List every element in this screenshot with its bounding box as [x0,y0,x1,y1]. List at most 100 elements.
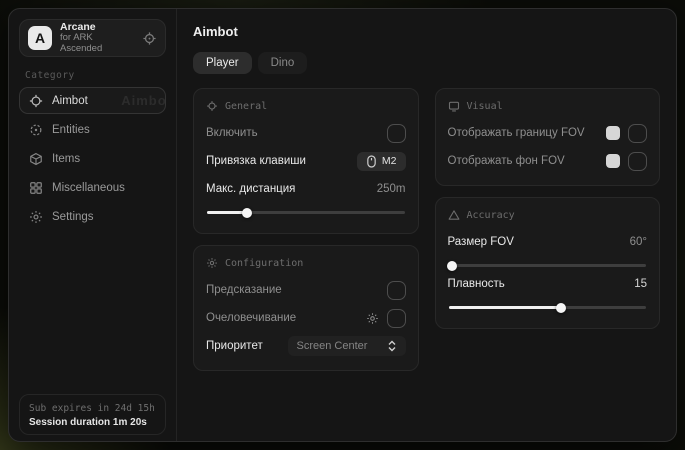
smoothness-label: Плавность [448,278,505,290]
triangle-icon [448,209,460,221]
fov-border-row: Отображать границу FOV [448,122,648,144]
accuracy-card-title: Accuracy [467,210,515,221]
sidebar-item-label: Entities [52,124,90,136]
session-duration-text: Session duration 1m 20s [29,417,156,428]
sidebar-item-label: Settings [52,211,94,223]
humanization-controls [366,309,406,328]
sidebar-nav: Aimbot Aimbot Entities Items [19,87,166,230]
grid-icon [29,181,43,195]
humanization-label: Очеловечивание [206,312,296,324]
smoothness-value: 15 [634,278,647,290]
smoothness-row: Плавность 15 [448,273,648,295]
main-content: Aimbot Player Dino General [177,9,676,441]
fov-bg-row: Отображать фон FOV [448,150,648,172]
humanization-settings-icon[interactable] [366,312,379,325]
fov-size-value: 60° [630,236,647,248]
sub-expires-text: Sub expires in 24d 15h [29,403,156,414]
sidebar-item-ghost-label: Aimbot [121,93,166,108]
tab-dino[interactable]: Dino [258,52,308,74]
priority-label: Приоритет [206,340,263,352]
box-icon [29,152,43,166]
left-column: General Включить Привязка клавиши [193,88,419,371]
gear-icon [29,210,43,224]
enable-row: Включить [206,122,406,144]
slider-fill [449,264,453,267]
priority-row: Приоритет Screen Center [206,335,406,357]
session-info-card: Sub expires in 24d 15h Session duration … [19,394,166,435]
sidebar-item-label: Miscellaneous [52,182,125,194]
keybind-value: M2 [382,155,397,167]
max-distance-label: Макс. дистанция [206,183,295,195]
slider-fill [449,306,562,309]
tab-player[interactable]: Player [193,52,252,74]
slider-thumb[interactable] [556,303,566,313]
sidebar-item-entities[interactable]: Entities [19,116,166,143]
fov-border-color-swatch[interactable] [606,126,620,140]
fov-size-label: Размер FOV [448,236,514,248]
fov-bg-label: Отображать фон FOV [448,155,565,167]
visual-card: Visual Отображать границу FOV Отображать… [435,88,661,186]
sidebar-item-settings[interactable]: Settings [19,203,166,230]
priority-value: Screen Center [297,340,368,352]
general-card: General Включить Привязка клавиши [193,88,419,234]
prediction-row: Предсказание [206,279,406,301]
category-label: Category [25,70,160,81]
configuration-card-header: Configuration [206,257,406,269]
keybind-label: Привязка клавиши [206,155,306,167]
visual-card-title: Visual [467,101,503,112]
prediction-checkbox[interactable] [387,281,406,300]
scan-icon [29,123,43,137]
gear-icon [206,257,218,269]
right-column: Visual Отображать границу FOV Отображать… [435,88,661,329]
app-window: A Arcane for ARK Ascended Category [8,8,677,442]
slider-thumb[interactable] [447,261,457,271]
accuracy-card: Accuracy Размер FOV 60° Плавность 15 [435,197,661,329]
fov-size-row: Размер FOV 60° [448,231,648,253]
sidebar-item-items[interactable]: Items [19,145,166,172]
app-title-block: Arcane for ARK Ascended [60,21,134,55]
fov-bg-controls [606,152,647,171]
fov-border-controls [606,124,647,143]
enable-checkbox[interactable] [387,124,406,143]
configuration-card: Configuration Предсказание Очеловечивани… [193,245,419,371]
visual-card-header: Visual [448,100,648,112]
keybind-button[interactable]: M2 [357,152,406,171]
configuration-card-title: Configuration [225,258,303,269]
general-card-title: General [225,101,267,112]
priority-dropdown[interactable]: Screen Center [288,336,406,356]
crosshair-icon [29,94,43,108]
sidebar-item-aimbot[interactable]: Aimbot Aimbot [19,87,166,114]
general-card-header: General [206,100,406,112]
tab-bar: Player Dino [193,52,660,74]
sidebar-item-miscellaneous[interactable]: Miscellaneous [19,174,166,201]
sidebar-item-label: Aimbot [52,95,88,107]
cards-grid: General Включить Привязка клавиши [193,88,660,371]
prediction-label: Предсказание [206,284,282,296]
app-logo: A [28,26,52,50]
fov-size-slider[interactable] [449,264,647,267]
keybind-row: Привязка клавиши M2 [206,150,406,172]
slider-thumb[interactable] [242,208,252,218]
sidebar: A Arcane for ARK Ascended Category [9,9,177,441]
unfold-icon [387,340,397,352]
max-distance-row: Макс. дистанция 250m [206,178,406,200]
page-title: Aimbot [193,24,660,39]
smoothness-slider[interactable] [449,306,647,309]
enable-label: Включить [206,127,258,139]
scope-icon[interactable] [142,31,157,46]
humanization-checkbox[interactable] [387,309,406,328]
display-icon [448,100,460,112]
target-icon [206,100,218,112]
accuracy-card-header: Accuracy [448,209,648,221]
fov-bg-color-swatch[interactable] [606,154,620,168]
fov-bg-checkbox[interactable] [628,152,647,171]
fov-border-checkbox[interactable] [628,124,647,143]
slider-fill [207,211,247,214]
sidebar-item-label: Items [52,153,80,165]
humanization-row: Очеловечивание [206,307,406,329]
app-subtitle: for ARK Ascended [60,33,134,55]
mouse-icon [366,155,377,168]
max-distance-value: 250m [377,183,406,195]
max-distance-slider[interactable] [207,211,405,214]
logo-card: A Arcane for ARK Ascended [19,19,166,57]
